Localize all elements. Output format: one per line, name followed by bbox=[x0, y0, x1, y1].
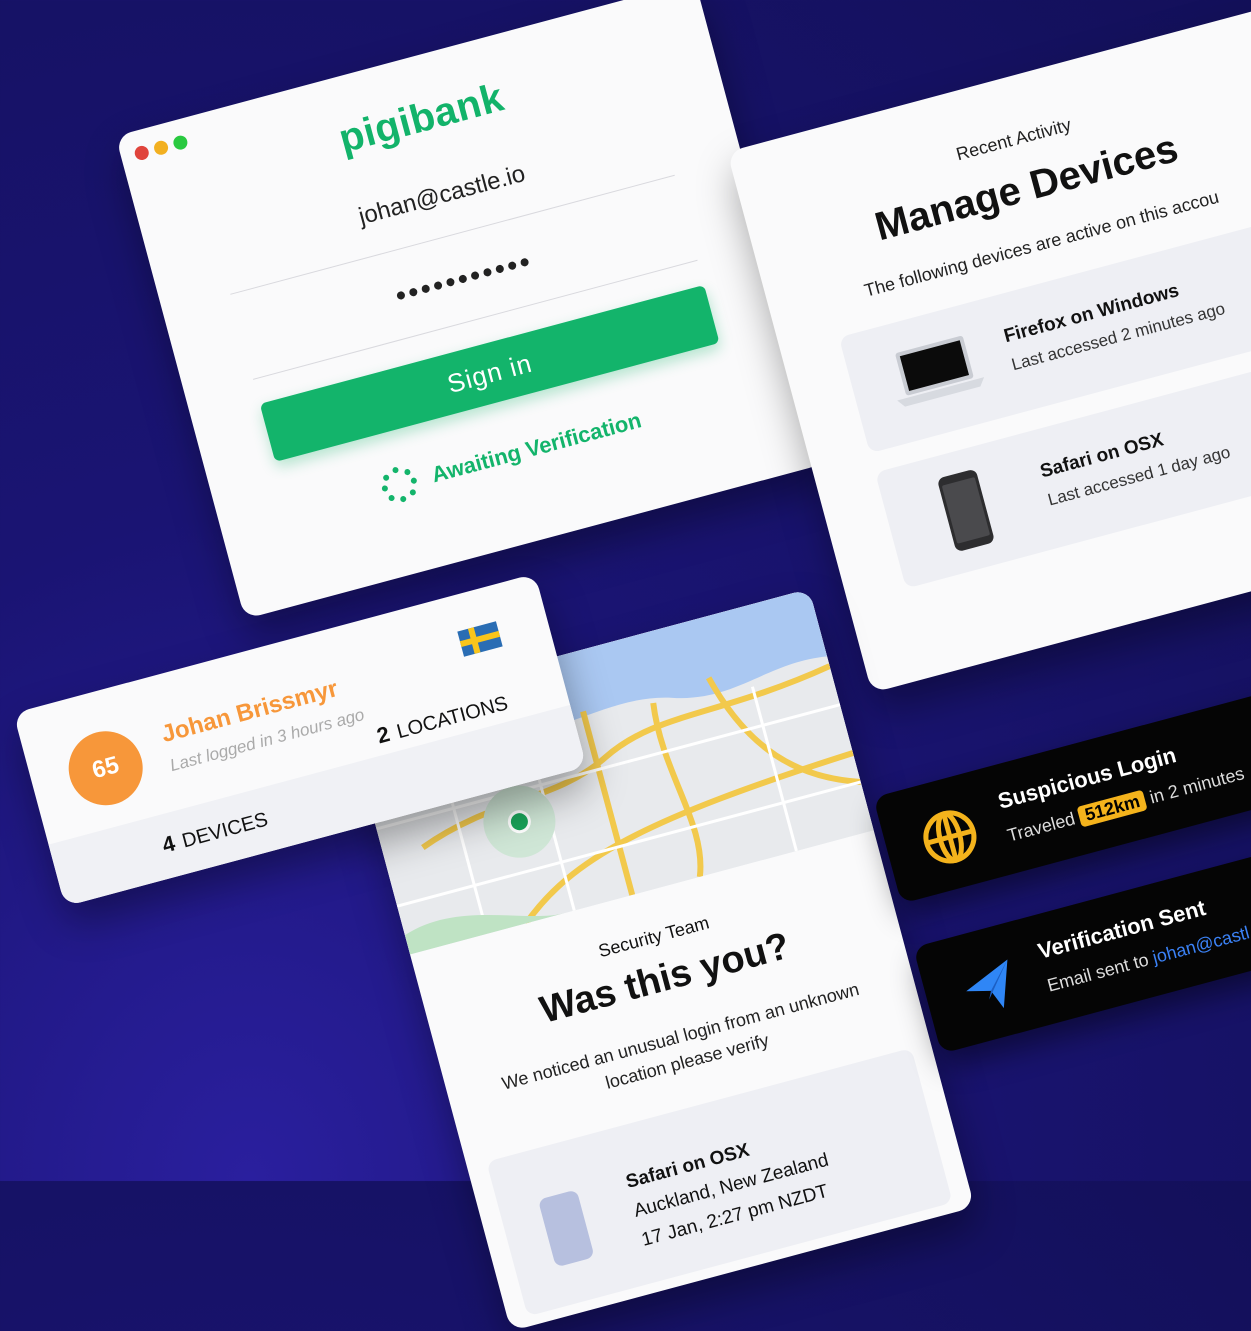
devices-stat[interactable]: 4 DEVICES bbox=[159, 806, 270, 859]
laptop-icon bbox=[885, 331, 989, 417]
stage: pigibank johan@castle.io ••••••••••• Sig… bbox=[0, 0, 1251, 1331]
locations-label: LOCATIONS bbox=[394, 692, 511, 744]
locations-stat[interactable]: 2 LOCATIONS bbox=[374, 690, 510, 750]
risk-score-badge: 65 bbox=[60, 722, 152, 814]
distance-highlight: 512km bbox=[1076, 789, 1149, 828]
minimize-dot[interactable] bbox=[152, 139, 170, 157]
locations-count: 2 bbox=[374, 721, 393, 749]
maximize-dot[interactable] bbox=[171, 134, 189, 152]
phone-icon bbox=[934, 466, 999, 559]
sweden-flag-icon bbox=[457, 621, 503, 657]
login-card: pigibank johan@castle.io ••••••••••• Sig… bbox=[115, 0, 825, 620]
close-dot[interactable] bbox=[133, 144, 151, 162]
devices-count: 4 bbox=[159, 830, 178, 858]
globe-icon bbox=[916, 803, 986, 876]
phone-icon bbox=[537, 1189, 595, 1268]
paper-plane-icon bbox=[956, 953, 1026, 1026]
window-controls bbox=[133, 134, 189, 162]
spinner-icon bbox=[377, 463, 421, 507]
awaiting-label: Awaiting Verification bbox=[428, 407, 644, 488]
notification-prefix: Traveled bbox=[1005, 808, 1078, 846]
devices-label: DEVICES bbox=[179, 808, 271, 853]
